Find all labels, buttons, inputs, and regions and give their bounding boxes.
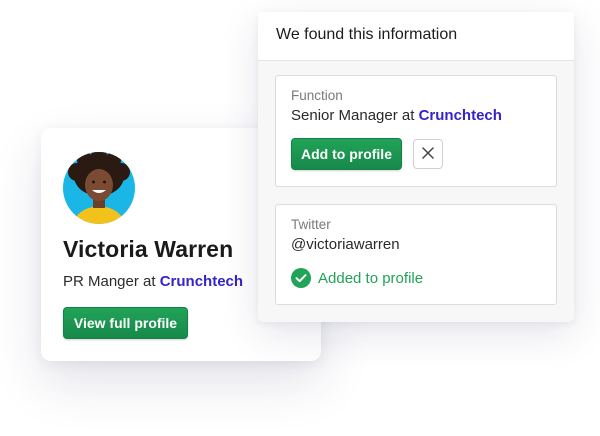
company-link[interactable]: Crunchtech <box>160 273 243 290</box>
close-icon <box>421 146 435 163</box>
function-card: Function Senior Manager at Crunchtech Ad… <box>275 75 557 187</box>
dismiss-button[interactable] <box>413 139 443 169</box>
function-title: Senior Manager at <box>291 107 419 124</box>
add-to-profile-button[interactable]: Add to profile <box>291 138 402 170</box>
function-value: Senior Manager at Crunchtech <box>291 107 502 124</box>
added-status-text: Added to profile <box>318 269 424 287</box>
twitter-handle: @victoriawarren <box>291 236 400 253</box>
panel-title: We found this information <box>276 26 458 43</box>
person-name: Victoria Warren <box>63 236 234 262</box>
check-circle-icon <box>291 268 311 288</box>
role-title: PR Manger at <box>63 273 160 290</box>
avatar <box>63 152 135 224</box>
function-company-link[interactable]: Crunchtech <box>419 107 502 124</box>
panel-header: We found this information <box>258 12 574 61</box>
view-full-profile-button[interactable]: View full profile <box>63 307 188 339</box>
person-role: PR Manger at Crunchtech <box>63 273 243 290</box>
twitter-label: Twitter <box>291 217 331 232</box>
twitter-card: Twitter @victoriawarren Added to profile <box>275 204 557 305</box>
function-label: Function <box>291 88 343 103</box>
info-panel: We found this information Function Senio… <box>258 12 574 322</box>
added-status: Added to profile <box>291 268 423 288</box>
